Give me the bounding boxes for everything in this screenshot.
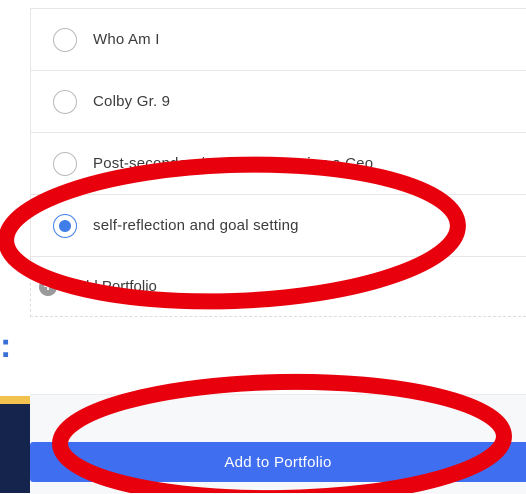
radio-selected-dot: [59, 219, 71, 232]
radio-button[interactable]: [53, 151, 77, 176]
portfolio-option-post-secondary[interactable]: Post-secondary/ road to becoming a Ceo: [30, 133, 526, 195]
radio-button[interactable]: [53, 27, 77, 52]
background-bracket-glyph: :: [0, 327, 12, 365]
portfolio-option-colby[interactable]: Colby Gr. 9: [30, 71, 526, 133]
portfolio-option-self-reflection[interactable]: self-reflection and goal setting: [30, 195, 526, 257]
portfolio-picker-modal: Who Am I Colby Gr. 9 Post-secondary/ roa…: [30, 0, 526, 494]
background-page: :: [0, 0, 30, 493]
portfolio-option-who-am-i[interactable]: Who Am I: [30, 9, 526, 71]
radio-button[interactable]: [53, 89, 77, 114]
plus-circle-icon: +: [39, 277, 57, 296]
portfolio-option-label: self-reflection and goal setting: [93, 217, 299, 234]
add-portfolio-button[interactable]: + Add Portfolio: [30, 257, 526, 317]
add-portfolio-label: Add Portfolio: [71, 278, 157, 295]
add-to-portfolio-button[interactable]: Add to Portfolio: [30, 442, 526, 482]
portfolio-option-label: Who Am I: [93, 31, 160, 48]
portfolio-option-label: Post-secondary/ road to becoming a Ceo: [93, 155, 374, 172]
modal-footer: Add to Portfolio: [30, 394, 526, 494]
background-navy-panel: [0, 404, 30, 493]
portfolio-option-label: Colby Gr. 9: [93, 93, 171, 110]
portfolio-list: Who Am I Colby Gr. 9 Post-secondary/ roa…: [30, 8, 526, 317]
radio-button-selected[interactable]: [53, 213, 77, 238]
